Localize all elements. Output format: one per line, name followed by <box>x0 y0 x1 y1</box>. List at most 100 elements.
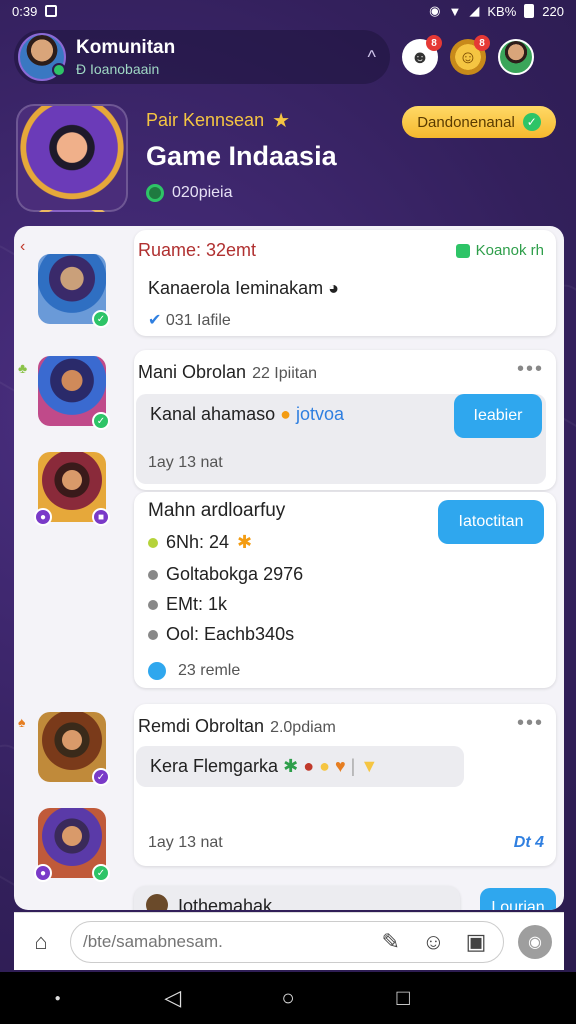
profile-avatar[interactable] <box>498 39 534 75</box>
message-action-button[interactable]: Ieabier <box>454 394 542 438</box>
message-text: Kanaerola Ieminakam <box>148 278 324 298</box>
more-options-icon[interactable]: ••• <box>517 712 544 735</box>
game-info: Pair Kennsean ★ Game Indaasia 020pieia <box>146 108 337 202</box>
message-card: Mani Obrolan 22 Ipiitan ••• Kanal ahamaso… <box>134 350 556 490</box>
community-switcher[interactable]: Komunitan Đ Ioanobaain ^ <box>14 30 390 84</box>
gallery-icon[interactable]: ▣ <box>461 927 491 957</box>
stat-value: EMt: 1k <box>166 594 228 614</box>
stat-value: 6Nh: 24 <box>166 532 230 552</box>
stat-dot <box>148 629 158 640</box>
app-header: Komunitan Đ Ioanobaain ^ ☻ 8 ☺ 8 <box>14 28 562 86</box>
message-meta: 1ay 13 nat <box>148 454 223 471</box>
status-clock-right: 220 <box>542 3 564 19</box>
nav-dot-icon: ● <box>54 992 61 1004</box>
online-indicator <box>52 63 66 77</box>
message-text: Iothemahak <box>178 896 273 910</box>
coin-button[interactable]: ☺ 8 <box>450 35 490 75</box>
message-text: Kanal ahamaso <box>150 404 276 424</box>
stat-value: Goltabokga 2976 <box>166 564 304 584</box>
emoji-icon: ◕ <box>328 278 339 298</box>
message-card: Remdi Obroltan 2.0pdiam ••• Kera Flemgark… <box>134 704 556 866</box>
stat-dot <box>148 537 158 548</box>
laugh-emoji-icon: ● <box>319 756 330 776</box>
message-tag: Dt 4 <box>513 834 544 851</box>
alarm-icon: ◉ <box>429 3 441 18</box>
stats-meta: 23 remle <box>148 662 240 680</box>
level-icon: ● <box>34 864 52 882</box>
back-chevron-icon[interactable]: ‹ <box>20 238 25 256</box>
signal-icon: ◢ <box>469 3 480 18</box>
notification-button[interactable]: ☻ 8 <box>402 35 442 75</box>
reply-icon <box>148 662 166 680</box>
stat-value: Ool: Eachb340s <box>166 624 295 644</box>
message-card: Ruame: 32emt Koanok rh Kanaerola Ieminak… <box>134 230 556 336</box>
reaction-icon: ♣ <box>18 360 28 376</box>
message-input[interactable] <box>83 931 363 952</box>
send-button[interactable]: ◉ <box>518 924 552 959</box>
message-bubble: Kanaerola Ieminakam ◕ <box>136 270 351 307</box>
home-circle-icon[interactable]: ○ <box>268 985 308 1011</box>
heart-icon: ♥ <box>334 756 346 776</box>
sticker-icon[interactable]: ☺ <box>418 927 448 957</box>
header-title: Komunitan <box>76 37 176 58</box>
game-cover-image <box>16 104 128 212</box>
group-icon: ✓ <box>92 768 110 786</box>
message-author: Mani Obrolan <box>138 362 247 382</box>
more-options-icon[interactable]: ••• <box>517 358 544 381</box>
message-action-button[interactable]: Lourian <box>480 888 556 910</box>
stat-dot <box>148 569 158 580</box>
attachment-icon[interactable]: ✎ <box>376 927 406 957</box>
message-author-line: Mani Obrolan 22 Ipiitan <box>138 362 317 383</box>
stats-action-button[interactable]: Iatoctitan <box>438 500 544 544</box>
sparkle-icon: ✱ <box>237 532 253 552</box>
message-author: Remdi Obroltan <box>138 716 265 736</box>
message-input-wrapper[interactable]: ✎ ☺ ▣ <box>70 920 504 963</box>
join-button[interactable]: Dandonenanal ✓ <box>402 106 556 138</box>
message-status-label: Koanok rh <box>475 242 544 259</box>
check-icon: ✓ <box>522 113 541 131</box>
message-author-line: Remdi Obroltan 2.0pdiam <box>138 716 336 737</box>
message-avatar[interactable]: ✓ <box>38 254 110 328</box>
ghost-icon: ☻ <box>410 46 430 67</box>
message-time: 2.0pdiam <box>270 719 336 736</box>
bolt-icon: ▼ <box>360 756 379 776</box>
message-avatar[interactable]: ● ■ <box>34 452 110 526</box>
chevron-up-icon[interactable]: ^ <box>368 47 376 68</box>
message-author: Ruame: 32emt <box>138 240 257 260</box>
back-icon[interactable]: ◁ <box>153 985 193 1011</box>
status-bar: 0:39 ◉ ▼ ◢ KB% 220 <box>0 0 576 22</box>
composer-bar: ⌂ ✎ ☺ ▣ ◉ <box>14 912 564 970</box>
divider: | <box>350 756 356 776</box>
stat-dot <box>148 599 158 610</box>
online-count: 020pieia <box>172 184 233 201</box>
user-avatar[interactable] <box>18 33 66 81</box>
chat-feed[interactable]: ‹ ✓ Ruame: 32emt Koanok rh Kanaerola Iem… <box>14 226 564 910</box>
home-icon[interactable]: ⌂ <box>26 927 56 957</box>
message-avatar[interactable]: ✓ <box>38 356 110 430</box>
chat-icon <box>455 243 470 258</box>
verified-icon: ✓ <box>92 310 110 328</box>
game-tag: Pair Kennsean <box>146 110 265 130</box>
recents-icon[interactable]: □ <box>383 985 423 1011</box>
fire-icon: ● <box>303 756 315 776</box>
stats-card: Mahn ardloarfuy Iatoctitan 6Nh: 24 ✱ Gol… <box>134 492 556 688</box>
message-time: 22 Ipiitan <box>252 365 317 382</box>
message-avatar[interactable]: ✓ <box>38 712 110 786</box>
level-icon: ● <box>34 508 52 526</box>
online-status-icon <box>146 184 164 202</box>
fire-icon: ● <box>280 404 291 424</box>
system-nav-bar: ● ◁ ○ □ <box>0 972 576 1024</box>
stat-row: 6Nh: 24 ✱ <box>148 532 252 553</box>
reaction-icon: ♠ <box>18 714 26 730</box>
wifi-icon: ▼ <box>448 3 462 19</box>
message-meta: ✔ 031 Iafile <box>148 310 231 330</box>
stats-title: Mahn ardloarfuy <box>148 500 286 521</box>
verified-icon: ✓ <box>92 864 110 882</box>
notification-icon <box>45 5 58 17</box>
message-bubble: Kera Flemgarka ✱ ● ● ♥ | ▼ <box>136 746 464 787</box>
coin-icon: ☺ <box>458 46 478 67</box>
join-label: Dandonenanal <box>417 113 515 131</box>
message-status: Koanok rh <box>455 242 544 259</box>
message-avatar[interactable]: ● ✓ <box>34 808 110 882</box>
sparkle-icon: ✱ <box>283 756 299 776</box>
